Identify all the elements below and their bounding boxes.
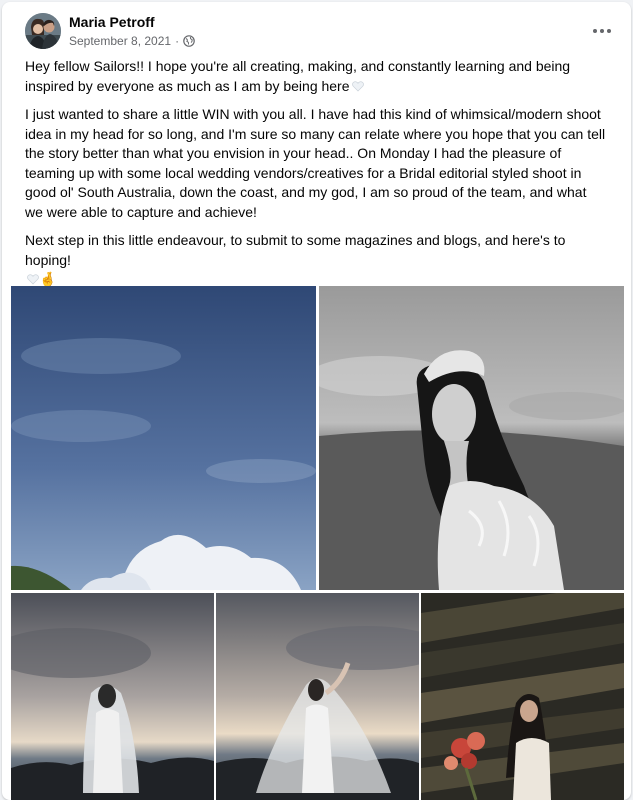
photo-bride-cave[interactable] — [421, 593, 624, 800]
photo-sky-image — [11, 286, 316, 590]
globe-icon[interactable] — [183, 35, 195, 47]
post-meta: September 8, 2021 · — [69, 34, 195, 48]
avatar[interactable] — [25, 13, 61, 49]
more-options-icon — [593, 29, 611, 33]
photo-bride-veil[interactable] — [216, 593, 419, 800]
post-paragraph-text: Hey fellow Sailors!! I hope you're all c… — [25, 58, 571, 94]
photo-bride-shore-image — [11, 593, 214, 800]
photo-bride-portrait-image — [319, 286, 624, 590]
post-card: Maria Petroff September 8, 2021 · Hey fe… — [2, 2, 631, 800]
avatar-image — [25, 13, 61, 49]
post-paragraph: I just wanted to share a little WIN with… — [25, 106, 606, 220]
post-paragraph: Hey fellow Sailors!! I hope you're all c… — [25, 57, 608, 96]
white-heart-emoji-icon — [27, 271, 39, 285]
photo-bride-veil-image — [216, 593, 419, 800]
post-header: Maria Petroff September 8, 2021 · — [2, 2, 631, 56]
post-paragraph-text: Next step in this little endeavour, to s… — [25, 232, 566, 268]
crossed-fingers-emoji: 🤞 — [39, 271, 57, 287]
photo-bride-shore[interactable] — [11, 593, 214, 800]
more-options-button[interactable] — [587, 16, 617, 46]
photo-bride-cave-image — [421, 593, 624, 800]
photo-sky[interactable] — [11, 286, 316, 590]
author-name[interactable]: Maria Petroff — [69, 14, 155, 30]
photo-grid — [11, 286, 624, 800]
photo-bride-portrait[interactable] — [319, 286, 624, 590]
post-date[interactable]: September 8, 2021 — [69, 34, 171, 48]
post-paragraph: Next step in this little endeavour, to s… — [25, 231, 608, 290]
white-heart-emoji-icon — [351, 78, 364, 91]
meta-separator: · — [175, 34, 180, 48]
